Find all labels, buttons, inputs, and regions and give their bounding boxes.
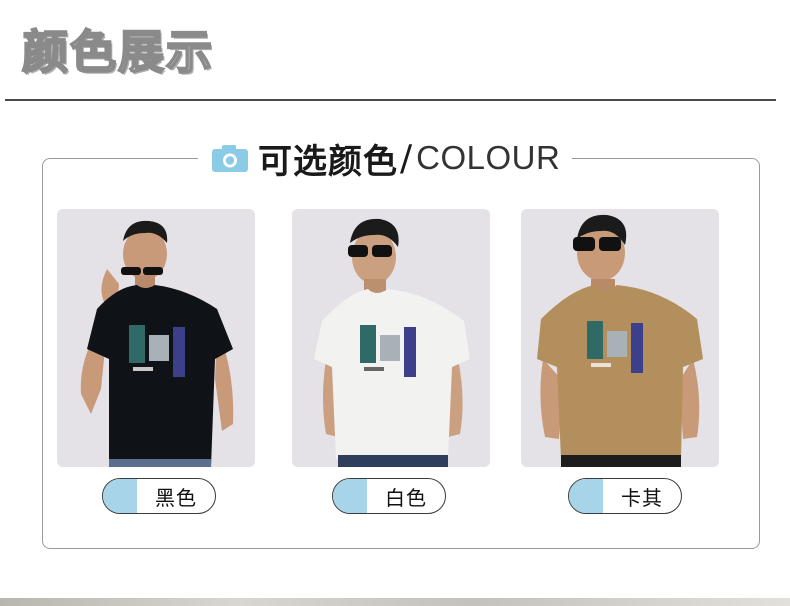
camera-icon: [210, 143, 250, 173]
heading-english: COLOUR: [416, 139, 561, 176]
color-swatch: [569, 479, 603, 513]
heading-separator: /: [400, 137, 413, 179]
title-divider: [5, 99, 776, 101]
color-swatch: [103, 479, 137, 513]
color-label: 黑色: [155, 485, 197, 510]
bottom-decor-strip: [0, 598, 790, 606]
product-photo-khaki[interactable]: [521, 209, 719, 467]
section-heading: 可选颜色 / COLOUR: [198, 132, 573, 184]
page-title: 颜色展示: [21, 24, 214, 80]
product-photo-white[interactable]: [292, 209, 490, 467]
product-photo-black[interactable]: [57, 209, 255, 467]
color-option-black[interactable]: 黑色: [102, 478, 216, 514]
heading-chinese: 可选颜色: [258, 141, 398, 182]
color-label: 白色: [385, 485, 427, 510]
color-swatch: [333, 479, 367, 513]
color-label: 卡其: [621, 485, 663, 510]
color-option-white[interactable]: 白色: [332, 478, 446, 514]
color-option-khaki[interactable]: 卡其: [568, 478, 682, 514]
